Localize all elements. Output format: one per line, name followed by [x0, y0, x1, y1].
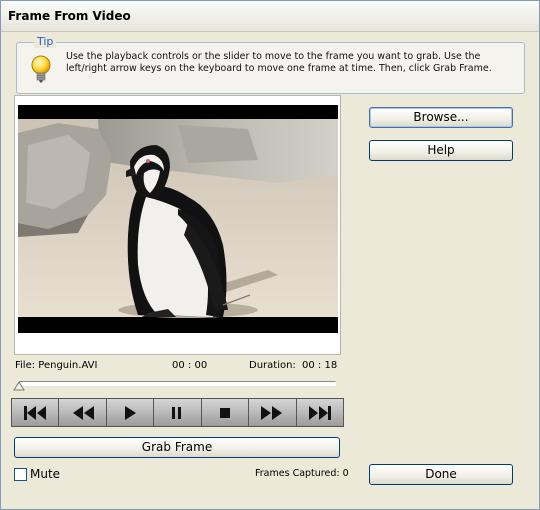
tip-label: Tip — [34, 35, 57, 48]
frames-captured-count: 0 — [342, 468, 349, 479]
done-button[interactable]: Done — [369, 464, 513, 485]
playback-controls — [11, 398, 344, 427]
skip-to-end-button[interactable] — [296, 399, 343, 426]
duration-label: Duration: — [249, 360, 296, 371]
tip-text: Use the playback controls or the slider … — [66, 51, 492, 74]
file-name: Penguin.AVI — [38, 360, 98, 371]
fast-forward-button[interactable] — [249, 399, 297, 426]
video-preview-frame — [14, 95, 341, 355]
play-button[interactable] — [106, 399, 155, 426]
seek-slider-thumb[interactable] — [13, 382, 25, 392]
stop-button[interactable] — [201, 399, 250, 426]
skip-to-start-icon — [24, 405, 47, 420]
window-title: Frame From Video — [8, 9, 131, 23]
rewind-icon — [72, 405, 94, 420]
pause-icon — [172, 406, 182, 419]
frames-captured: Frames Captured: 0 — [255, 468, 349, 479]
mute-label: Mute — [30, 467, 61, 481]
pause-button[interactable] — [154, 399, 202, 426]
skip-to-end-icon — [308, 405, 331, 420]
duration-value: 00 : 18 — [302, 360, 338, 371]
lightbulb-icon — [31, 55, 51, 83]
play-icon — [125, 405, 137, 420]
video-preview — [18, 105, 338, 333]
seek-slider-track[interactable] — [19, 381, 336, 386]
frames-captured-label: Frames Captured: — [255, 468, 340, 479]
current-position: 00 : 00 — [172, 360, 208, 371]
mute-checkbox[interactable] — [14, 468, 27, 481]
file-label: File: — [15, 360, 36, 371]
rewind-button[interactable] — [59, 399, 107, 426]
browse-button[interactable]: Browse... — [369, 107, 513, 128]
stop-icon — [219, 407, 230, 418]
title-bar: Frame From Video — [1, 1, 539, 32]
skip-to-start-button[interactable] — [12, 399, 60, 426]
grab-frame-button[interactable]: Grab Frame — [14, 437, 340, 458]
video-frame-image — [18, 105, 338, 333]
help-button[interactable]: Help — [369, 140, 513, 161]
fast-forward-icon — [261, 405, 283, 420]
duration-info: Duration: 00 : 18 — [249, 360, 337, 371]
file-info: File: Penguin.AVI — [15, 360, 97, 371]
